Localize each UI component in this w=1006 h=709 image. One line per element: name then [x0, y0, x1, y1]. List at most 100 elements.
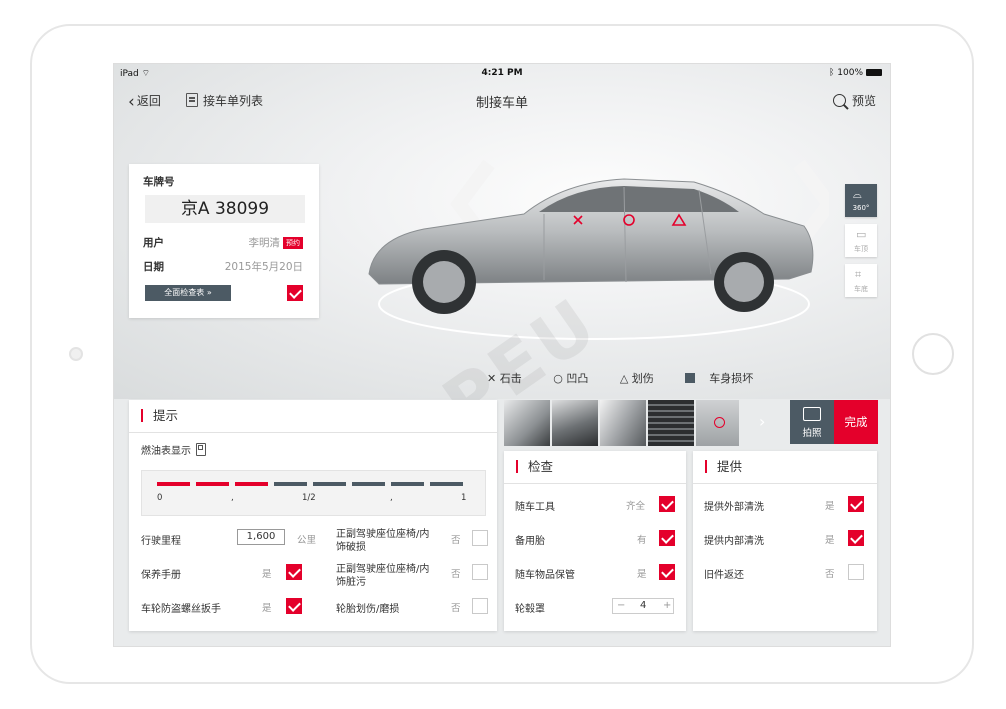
- belongings-label: 随车物品保管: [515, 570, 575, 581]
- seat-damage-checkbox[interactable]: [472, 530, 488, 546]
- tools-label: 随车工具: [515, 502, 555, 513]
- spare-tire-label: 备用胎: [515, 536, 545, 547]
- fuel-gauge-segment: [313, 482, 346, 486]
- photo-thumbnail[interactable]: [600, 400, 646, 446]
- fuel-label: 燃油表显示: [141, 442, 206, 457]
- car-top-icon: ▭: [856, 228, 867, 241]
- fuel-gauge[interactable]: 0 , 1/2 , 1: [141, 470, 486, 516]
- legend-dent: ○ 凹凸: [553, 372, 589, 385]
- interior-wash-state: 是: [825, 535, 835, 546]
- interior-wash-checkbox[interactable]: [848, 530, 864, 546]
- check-card: 检查 随车工具 齐全 备用胎 有 随车物品保管 是 轮毂罩 − 4 +: [504, 451, 686, 631]
- spare-tire-checkbox[interactable]: [659, 530, 675, 546]
- exterior-wash-state: 是: [825, 501, 835, 512]
- fuel-gauge-segment: [430, 482, 463, 486]
- stepper-minus[interactable]: −: [617, 600, 625, 611]
- view-chassis-button[interactable]: ⌗ 车底: [845, 264, 877, 297]
- wheel-lock-label: 车轮防盗螺丝扳手: [141, 604, 221, 615]
- dent-marker: [714, 417, 725, 428]
- camera-icon: [803, 407, 821, 421]
- status-bar: iPad ⌔ 4:21 PM ᛒ 100%: [114, 64, 890, 82]
- photo-thumbnail[interactable]: [696, 400, 739, 446]
- maintenance-manual-checkbox[interactable]: [286, 564, 302, 580]
- fuel-gauge-segment: [235, 482, 268, 486]
- divider: [693, 483, 877, 484]
- hubcap-label: 轮毂罩: [515, 604, 545, 615]
- exterior-wash-checkbox[interactable]: [848, 496, 864, 512]
- tire-wear-checkbox[interactable]: [472, 598, 488, 614]
- view-360-button[interactable]: ⌓ 360°: [845, 184, 877, 217]
- return-parts-state: 否: [825, 569, 835, 580]
- done-button[interactable]: 完成: [834, 400, 878, 444]
- page-title: 制接车单: [475, 96, 528, 111]
- tools-checkbox[interactable]: [659, 496, 675, 512]
- legend-scratch: △ 划伤: [619, 372, 654, 385]
- gauge-tick: 0: [157, 493, 163, 503]
- nav-bar: ‹ 返回 接车单列表 制接车单 预览: [114, 86, 890, 114]
- next-arrow-icon[interactable]: ›: [759, 412, 765, 431]
- date-label: 日期: [143, 261, 164, 273]
- belongings-state: 是: [637, 569, 647, 580]
- user-label: 用户: [143, 237, 164, 249]
- mileage-label: 行驶里程: [141, 536, 181, 547]
- belongings-checkbox[interactable]: [659, 564, 675, 580]
- fuel-gauge-segment: [196, 482, 229, 486]
- fuel-gauge-segment: [274, 482, 307, 486]
- plate-number[interactable]: 京A 38099: [145, 195, 305, 223]
- seat-damage-state: 否: [451, 535, 461, 546]
- photo-strip[interactable]: [504, 400, 739, 446]
- date-value: 2015年5月20日: [224, 261, 303, 273]
- status-time: 4:21 PM: [481, 68, 523, 78]
- tire-wear-label: 轮胎划伤/磨损: [336, 604, 400, 615]
- maintenance-manual-state: 是: [262, 569, 272, 580]
- stepper-value: 4: [640, 600, 647, 611]
- return-parts-checkbox[interactable]: [848, 564, 864, 580]
- home-button[interactable]: [912, 333, 954, 375]
- appointment-badge: 预约: [283, 237, 303, 249]
- spare-tire-state: 有: [637, 535, 647, 546]
- car-chassis-icon: ⌗: [855, 268, 862, 281]
- gauge-tick: ,: [231, 493, 234, 503]
- photo-thumbnail[interactable]: [552, 400, 598, 446]
- wheel-lock-checkbox[interactable]: [286, 598, 302, 614]
- stepper-plus[interactable]: +: [663, 600, 671, 611]
- tire-wear-state: 否: [451, 603, 461, 614]
- tips-title: 提示: [141, 409, 178, 422]
- view-top-button[interactable]: ▭ 车顶: [845, 224, 877, 257]
- fuel-gauge-segment: [391, 482, 424, 486]
- fuel-gauge-segment: [352, 482, 385, 486]
- seat-dirty-label: 正副驾驶座位座椅/内饰脏污: [336, 564, 430, 588]
- photo-thumbnail[interactable]: [648, 400, 694, 446]
- wheel-lock-state: 是: [262, 603, 272, 614]
- full-check-button[interactable]: 全面检查表 »: [145, 285, 231, 301]
- divider: [129, 432, 497, 433]
- gauge-tick: 1: [461, 493, 467, 503]
- preview-button[interactable]: 预览: [832, 92, 876, 109]
- gauge-tick: 1/2: [302, 493, 316, 503]
- battery-icon: [866, 69, 882, 76]
- search-icon: [832, 94, 846, 107]
- return-parts-label: 旧件返还: [704, 570, 744, 581]
- user-value: 李明清 预约: [249, 235, 303, 250]
- photo-thumbnail[interactable]: [504, 400, 550, 446]
- damage-square-icon: [685, 373, 696, 383]
- front-camera: [69, 347, 83, 361]
- divider: [504, 483, 686, 484]
- take-photo-button[interactable]: 拍照: [790, 400, 834, 444]
- vehicle-info-card: 车牌号 京A 38099 用户 李明清 预约 日期 2015年5月20日 全面检查…: [129, 164, 319, 318]
- seat-dirty-checkbox[interactable]: [472, 564, 488, 580]
- bluetooth-icon: ᛒ: [828, 68, 835, 78]
- full-check-checkbox[interactable]: [287, 285, 303, 301]
- tools-state: 齐全: [626, 501, 646, 512]
- mileage-unit: 公里: [297, 535, 317, 546]
- check-title: 检查: [516, 460, 553, 473]
- double-chevron-icon: »: [206, 288, 212, 297]
- legend-stone: ✕ 石击: [487, 372, 522, 385]
- seat-dirty-state: 否: [451, 569, 461, 580]
- provide-title: 提供: [705, 460, 742, 473]
- fuel-gauge-segment: [157, 482, 190, 486]
- hubcap-stepper[interactable]: − 4 +: [612, 598, 674, 614]
- exterior-wash-label: 提供外部清洗: [704, 502, 764, 513]
- interior-wash-label: 提供内部清洗: [704, 536, 764, 547]
- mileage-input[interactable]: 1,600: [237, 529, 285, 545]
